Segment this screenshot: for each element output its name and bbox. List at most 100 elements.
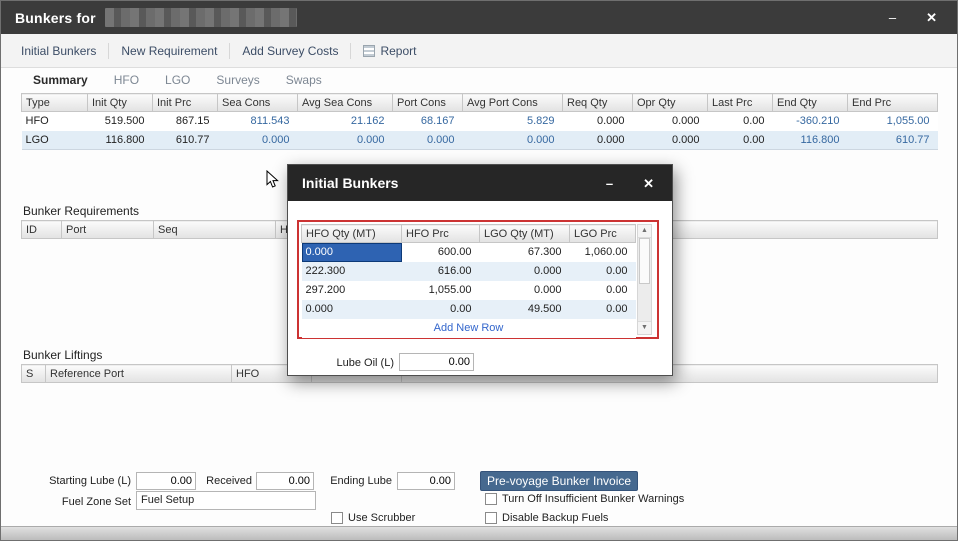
tab-strip: Summary HFO LGO Surveys Swaps [33,69,322,91]
scrollbar-thumb[interactable] [639,238,650,284]
cell[interactable]: 5.829 [463,112,563,131]
cell[interactable]: 116.800 [88,131,153,150]
lube-oil-label: Lube Oil (L) [306,357,394,369]
col-header: HFO Prc [402,225,480,243]
cell[interactable]: -360.210 [773,112,848,131]
checkbox-icon [485,493,497,505]
cell[interactable]: 0.000 [563,112,633,131]
dialog-minimize-icon[interactable]: – [606,177,613,190]
cell[interactable]: 1,055.00 [848,112,938,131]
selected-cell[interactable]: 0.000 [302,243,402,262]
ending-lube-input[interactable] [397,472,455,490]
summary-table: Type Init Qty Init Prc Sea Cons Avg Sea … [21,93,938,150]
mouse-cursor [266,170,280,190]
cell[interactable]: 0.00 [708,112,773,131]
tab-surveys[interactable]: Surveys [216,73,259,87]
cell[interactable]: 0.000 [393,131,463,150]
toolbar-new-requirement[interactable]: New Requirement [109,41,229,61]
cell[interactable]: 610.77 [153,131,218,150]
scroll-up-icon[interactable]: ▲ [638,225,651,238]
cell[interactable]: 0.000 [463,131,563,150]
cell[interactable]: 0.000 [298,131,393,150]
tab-lgo[interactable]: LGO [165,73,190,87]
close-icon[interactable]: ✕ [926,11,937,24]
cell[interactable]: 0.00 [708,131,773,150]
cell[interactable]: LGO [22,131,88,150]
col-header: Init Prc [153,94,218,112]
received-input[interactable] [256,472,314,490]
cell[interactable]: 616.00 [402,262,480,281]
cell[interactable]: 0.000 [480,262,570,281]
col-header: Sea Cons [218,94,298,112]
cell[interactable]: 0.000 [633,131,708,150]
cell[interactable]: HFO [22,112,88,131]
cell[interactable]: 519.500 [88,112,153,131]
scroll-down-icon[interactable]: ▼ [638,321,651,334]
starting-lube-input[interactable] [136,472,196,490]
toolbar-report[interactable]: Report [351,41,428,61]
cell[interactable]: 0.000 [480,281,570,300]
pre-voyage-bunker-invoice-button[interactable]: Pre-voyage Bunker Invoice [480,471,638,491]
tab-hfo[interactable]: HFO [114,73,139,87]
tab-summary[interactable]: Summary [33,73,88,87]
scrollbar-track[interactable] [638,284,651,321]
cell[interactable]: 600.00 [402,243,480,262]
cell[interactable]: 0.000 [633,112,708,131]
minimize-icon[interactable]: – [889,11,896,24]
summary-header-row: Type Init Qty Init Prc Sea Cons Avg Sea … [22,94,938,112]
cell[interactable]: 0.000 [302,300,402,319]
toolbar: Initial Bunkers New Requirement Add Surv… [1,34,957,68]
bunkers-window: Bunkers for – ✕ Initial Bunkers New Requ… [0,0,958,541]
dialog-scrollbar[interactable]: ▲ ▼ [637,224,652,335]
cell[interactable]: 297.200 [302,281,402,300]
cell[interactable]: 1,055.00 [402,281,480,300]
initial-bunkers-table: HFO Qty (MT) HFO Prc LGO Qty (MT) LGO Pr… [301,224,635,338]
col-header: HFO Qty (MT) [302,225,402,243]
dialog-table-row: 297.200 1,055.00 0.000 0.00 [302,281,636,300]
cell[interactable]: 116.800 [773,131,848,150]
cell[interactable]: 0.00 [570,300,636,319]
cell[interactable]: 867.15 [153,112,218,131]
col-header: End Prc [848,94,938,112]
summary-row-lgo: LGO 116.800 610.77 0.000 0.000 0.000 0.0… [22,131,938,150]
dialog-close-icon[interactable]: ✕ [643,177,654,190]
add-new-row-link[interactable]: Add New Row [302,319,636,338]
cell[interactable]: 0.000 [563,131,633,150]
cell[interactable]: 811.543 [218,112,298,131]
cell[interactable]: 49.500 [480,300,570,319]
add-new-row: Add New Row [302,319,636,338]
cell[interactable]: 1,060.00 [570,243,636,262]
fuel-zone-set-select[interactable]: Fuel Setup [136,491,316,510]
window-title: Bunkers for [15,10,96,26]
lube-oil-input[interactable] [399,353,474,371]
col-header: Init Qty [88,94,153,112]
checkbox-disable-backup-fuels[interactable]: Disable Backup Fuels [485,512,608,524]
cell[interactable]: 222.300 [302,262,402,281]
col-header: LGO Qty (MT) [480,225,570,243]
dialog-table-row: 222.300 616.00 0.000 0.00 [302,262,636,281]
tab-swaps[interactable]: Swaps [286,73,322,87]
col-header: Avg Port Cons [463,94,563,112]
cell[interactable]: 0.00 [402,300,480,319]
cell[interactable]: 68.167 [393,112,463,131]
initial-bunkers-dialog: Initial Bunkers – ✕ HFO Qty (MT) HFO Prc… [287,164,673,376]
checkbox-turn-off-warnings[interactable]: Turn Off Insufficient Bunker Warnings [485,493,684,505]
toolbar-add-survey-costs[interactable]: Add Survey Costs [230,41,350,61]
cell[interactable]: 0.00 [570,262,636,281]
toolbar-initial-bunkers[interactable]: Initial Bunkers [9,41,108,61]
cell[interactable]: 21.162 [298,112,393,131]
col-header: Seq [154,221,276,239]
col-header: Req Qty [563,94,633,112]
cell[interactable]: 610.77 [848,131,938,150]
cell[interactable]: 0.00 [570,281,636,300]
dialog-titlebar: Initial Bunkers – ✕ [288,165,672,201]
col-header: End Qty [773,94,848,112]
dialog-header-row: HFO Qty (MT) HFO Prc LGO Qty (MT) LGO Pr… [302,225,636,243]
col-header: Reference Port [46,365,232,383]
cell[interactable]: 67.300 [480,243,570,262]
checkbox-use-scrubber[interactable]: Use Scrubber [331,512,415,524]
col-header: ID [22,221,62,239]
checkbox-icon [331,512,343,524]
report-icon [363,45,375,57]
cell[interactable]: 0.000 [218,131,298,150]
